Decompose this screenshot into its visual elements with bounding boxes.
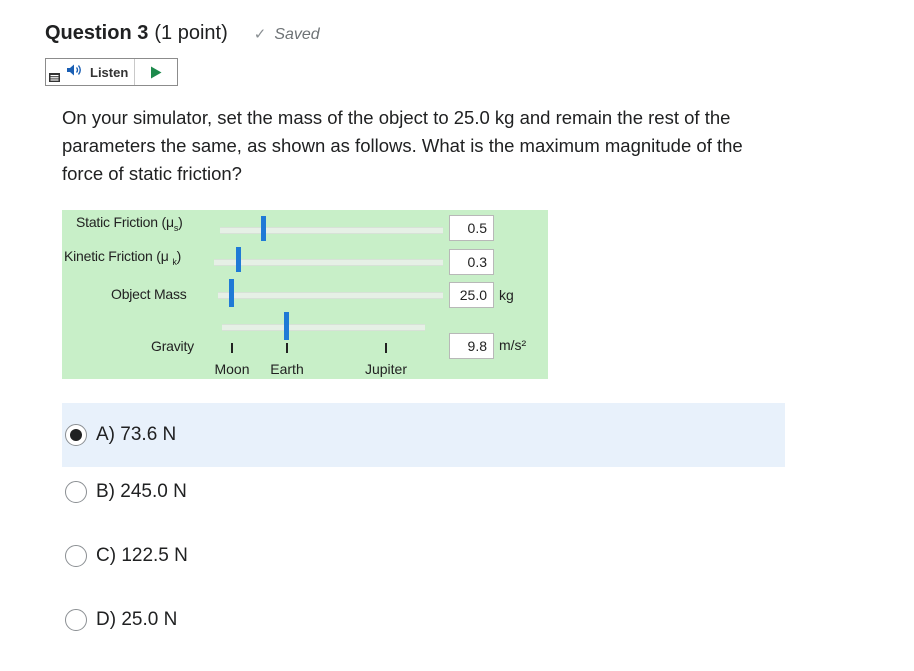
simulator-panel: Static Friction (μs) 0.5 Kinetic Frictio… [62,210,548,379]
radio-button-b[interactable] [65,481,87,503]
radio-button-c[interactable] [65,545,87,567]
answer-choice-label: C) 122.5 N [96,545,188,566]
kinetic-friction-slider-thumb[interactable] [236,247,241,272]
listen-label: Listen [90,64,129,80]
listen-button[interactable]: Listen [62,59,136,85]
saved-status-label: Saved [274,26,320,43]
gravity-slider-thumb[interactable] [284,312,289,340]
static-friction-slider-thumb[interactable] [261,216,266,241]
object-mass-label: Object Mass [111,286,187,302]
kinetic-friction-label: Kinetic Friction (μ k) [64,248,182,267]
gravity-tick-label-moon: Moon [214,361,250,377]
saved-status: ✓ Saved [254,25,320,44]
object-mass-slider-thumb[interactable] [229,279,234,307]
kinetic-friction-track[interactable] [214,259,443,266]
gravity-unit: m/s² [499,337,527,353]
menu-icon[interactable] [46,59,62,85]
answer-choice-b[interactable]: B) 245.0 N [62,460,785,524]
radio-button-d[interactable] [65,609,87,631]
gravity-tick-earth [286,343,288,353]
gravity-value[interactable]: 9.8 [449,333,494,359]
kinetic-friction-value[interactable]: 0.3 [449,249,494,275]
object-mass-track[interactable] [218,292,443,299]
question-points: (1 point) [154,22,228,44]
gravity-track[interactable] [222,324,425,331]
answer-choice-a[interactable]: A) 73.6 N [62,403,785,467]
gravity-tick-moon [231,343,233,353]
question-header: Question 3 (1 point) ✓ Saved [45,22,320,50]
answer-choice-label: D) 25.0 N [96,609,178,630]
play-icon [151,66,162,78]
play-button[interactable] [135,59,177,85]
gravity-tick-jupiter [385,343,387,353]
object-mass-unit: kg [499,287,514,303]
gravity-tick-label-jupiter: Jupiter [364,361,408,377]
question-title: Question 3 [45,22,149,44]
object-mass-value[interactable]: 25.0 [449,282,494,308]
speaker-icon [66,63,84,82]
answer-choice-label: A) 73.6 N [96,424,177,445]
listen-toolbar: Listen [45,58,178,86]
radio-button-a[interactable] [65,424,87,446]
static-friction-value[interactable]: 0.5 [449,215,494,241]
gravity-label: Gravity [151,338,194,354]
check-icon: ✓ [253,26,267,43]
static-friction-track[interactable] [220,227,443,234]
gravity-tick-label-earth: Earth [270,361,304,377]
answer-choice-c[interactable]: C) 122.5 N [62,524,785,588]
question-text: On your simulator, set the mass of the o… [62,107,743,184]
static-friction-label: Static Friction (μs) [76,214,183,233]
answer-choice-label: B) 245.0 N [96,481,187,502]
answer-choice-d[interactable]: D) 25.0 N [62,588,785,652]
